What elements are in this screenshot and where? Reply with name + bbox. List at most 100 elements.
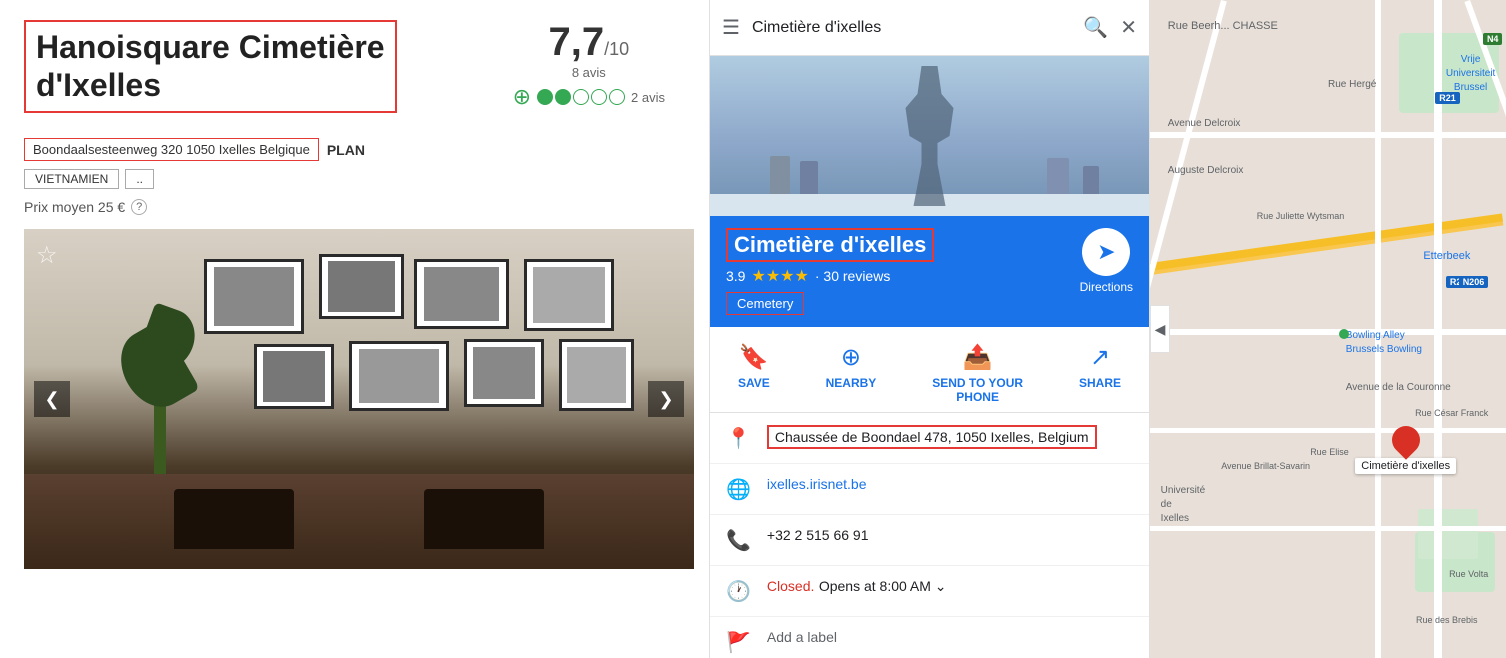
nearby-icon: ⊕: [841, 343, 861, 372]
rating-value: 3.9: [726, 268, 745, 284]
carousel-prev-button[interactable]: ❮: [34, 381, 70, 417]
map-pin-cemetery[interactable]: Cimetière d'ixelles: [1355, 426, 1456, 474]
maps-search-input[interactable]: [752, 19, 1071, 37]
photo-frame-5: [254, 344, 334, 409]
website-row: 🌐 ixelles.irisnet.be: [710, 464, 1149, 515]
hamburger-icon[interactable]: ☰: [722, 15, 740, 40]
place-details: 📍 Chaussée de Boondael 478, 1050 Ixelles…: [710, 413, 1149, 658]
photo-container: ☆ ❮ ❯: [24, 229, 694, 569]
directions-arrow-icon: ➤: [1097, 239, 1115, 265]
map-label-cesar: Rue César Franck: [1415, 408, 1488, 418]
photo-frame-1: [204, 259, 304, 334]
send-to-phone-label: SEND TO YOURPHONE: [932, 376, 1023, 404]
photo-frame-3: [414, 259, 509, 329]
map-label-brillat: Avenue Brillat-Savarin: [1221, 461, 1310, 471]
map-label-delcroix: Avenue Delcroix: [1168, 118, 1241, 129]
save-icon: 🔖: [739, 343, 769, 372]
map-label-herge: Rue Hergé: [1328, 79, 1376, 90]
directions-button[interactable]: ➤ Directions: [1080, 228, 1133, 294]
plan-link[interactable]: PLAN: [327, 142, 365, 158]
map-label-vrije: VrijeUniversiteitBrussel: [1446, 53, 1495, 95]
tombstone-2: [800, 161, 818, 196]
category-tag[interactable]: Cemetery: [726, 286, 934, 315]
ta-avis-count: 2 avis: [631, 90, 665, 105]
review-count: · 30 reviews: [815, 268, 890, 284]
map-label-etterbeek: Etterbeek: [1423, 250, 1470, 262]
n4-badge: N4: [1483, 33, 1503, 45]
map-pin-label: Cimetière d'ixelles: [1355, 458, 1456, 474]
stars-icon: ★★★★: [751, 266, 808, 286]
photo-frame-8: [559, 339, 634, 411]
phone-icon: 📞: [726, 528, 751, 553]
r21-badge-1: R21: [1435, 92, 1460, 104]
favorite-icon[interactable]: ☆: [36, 241, 58, 270]
share-action[interactable]: ↗ SHARE: [1079, 343, 1121, 404]
map-label-chasse: Rue Beerh... CHASSE: [1168, 20, 1278, 32]
prix-help-icon[interactable]: ?: [131, 199, 147, 215]
map-panel: Rue Beerh... CHASSE Rue Hergé Avenue Del…: [1150, 0, 1506, 658]
place-info-bar: Cimetière d'ixelles 3.9 ★★★★ · 30 review…: [710, 216, 1149, 327]
address-row-maps: 📍 Chaussée de Boondael 478, 1050 Ixelles…: [710, 413, 1149, 464]
save-action[interactable]: 🔖 SAVE: [738, 343, 770, 404]
road-horiz-1: [1150, 132, 1506, 138]
collapse-panel-button[interactable]: ◀: [1150, 305, 1170, 353]
cemetery-area: [1418, 509, 1478, 559]
ta-circles: [537, 89, 625, 105]
nearby-label: NEARBY: [826, 376, 877, 390]
photo-frame-2: [319, 254, 404, 319]
ta-circle-5: [609, 89, 625, 105]
carousel-next-button[interactable]: ❯: [648, 381, 684, 417]
send-to-phone-action[interactable]: 📤 SEND TO YOURPHONE: [932, 343, 1023, 404]
tags-row: VIETNAMIEN ..: [24, 169, 685, 189]
road-horiz-2: [1150, 329, 1506, 335]
map-label-bowling: Bowling AlleyBrussels Bowling: [1346, 329, 1422, 357]
nearby-action[interactable]: ⊕ NEARBY: [826, 343, 877, 404]
tripadvisor-icon: ⊕: [513, 84, 531, 110]
ta-circle-4: [591, 89, 607, 105]
share-icon: ↗: [1090, 343, 1110, 372]
chair-1: [174, 489, 294, 549]
rating-block: 7,7/10 8 avis ⊕ 2 avis: [513, 20, 665, 110]
ta-circle-1: [537, 89, 553, 105]
location-icon: 📍: [726, 426, 751, 451]
table-surface: [24, 474, 694, 569]
map-label-brebis: Rue des Brebis: [1416, 615, 1478, 625]
address-row: Boondaalsesteenweg 320 1050 Ixelles Belg…: [24, 138, 685, 161]
more-tag[interactable]: ..: [125, 169, 154, 189]
hours-open: Opens at 8:00 AM ⌄: [819, 578, 947, 594]
tombstone-4: [1083, 166, 1099, 196]
globe-icon: 🌐: [726, 477, 751, 502]
address-box: Boondaalsesteenweg 320 1050 Ixelles Belg…: [24, 138, 319, 161]
close-icon[interactable]: ✕: [1120, 15, 1137, 40]
place-photo: [710, 56, 1149, 216]
place-name: Cimetière d'ixelles: [726, 228, 934, 262]
add-label-text[interactable]: Add a label: [767, 629, 837, 645]
place-website[interactable]: ixelles.irisnet.be: [767, 476, 867, 492]
photo-frame-6: [349, 341, 449, 411]
ta-circle-3: [573, 89, 589, 105]
search-icon[interactable]: 🔍: [1083, 15, 1108, 40]
tripadvisor-row: ⊕ 2 avis: [513, 84, 665, 110]
hotel-title: Hanoisquare Cimetière d'Ixelles: [24, 20, 397, 113]
photo-frame-7: [464, 339, 544, 407]
send-to-phone-icon: 📤: [963, 343, 993, 372]
rating-denom: /10: [604, 39, 629, 59]
ta-circle-2: [555, 89, 571, 105]
restaurant-panel: Hanoisquare Cimetière d'Ixelles 7,7/10 8…: [0, 0, 710, 658]
vietnamien-tag[interactable]: VIETNAMIEN: [24, 169, 119, 189]
map-label-juliette: Rue Juliette Wytsman: [1257, 211, 1344, 221]
bowling-pin: [1339, 329, 1349, 339]
directions-label: Directions: [1080, 280, 1133, 294]
prix-row: Prix moyen 25 € ?: [24, 199, 685, 215]
map-label-couronne: Avenue de la Couronne: [1346, 382, 1451, 393]
map-background[interactable]: Rue Beerh... CHASSE Rue Hergé Avenue Del…: [1150, 0, 1506, 658]
place-photo-content: [710, 56, 1149, 216]
restaurant-photo: [24, 229, 694, 569]
place-actions-row: 🔖 SAVE ⊕ NEARBY 📤 SEND TO YOURPHONE ↗ SH…: [710, 327, 1149, 413]
label-row: 🚩 Add a label: [710, 617, 1149, 658]
maps-header: ☰ 🔍 ✕: [710, 0, 1149, 56]
place-info-left: Cimetière d'ixelles 3.9 ★★★★ · 30 review…: [726, 228, 934, 315]
n206-badge: N206: [1459, 276, 1489, 288]
clock-icon: 🕐: [726, 579, 751, 604]
tombstone-3: [1047, 158, 1069, 196]
